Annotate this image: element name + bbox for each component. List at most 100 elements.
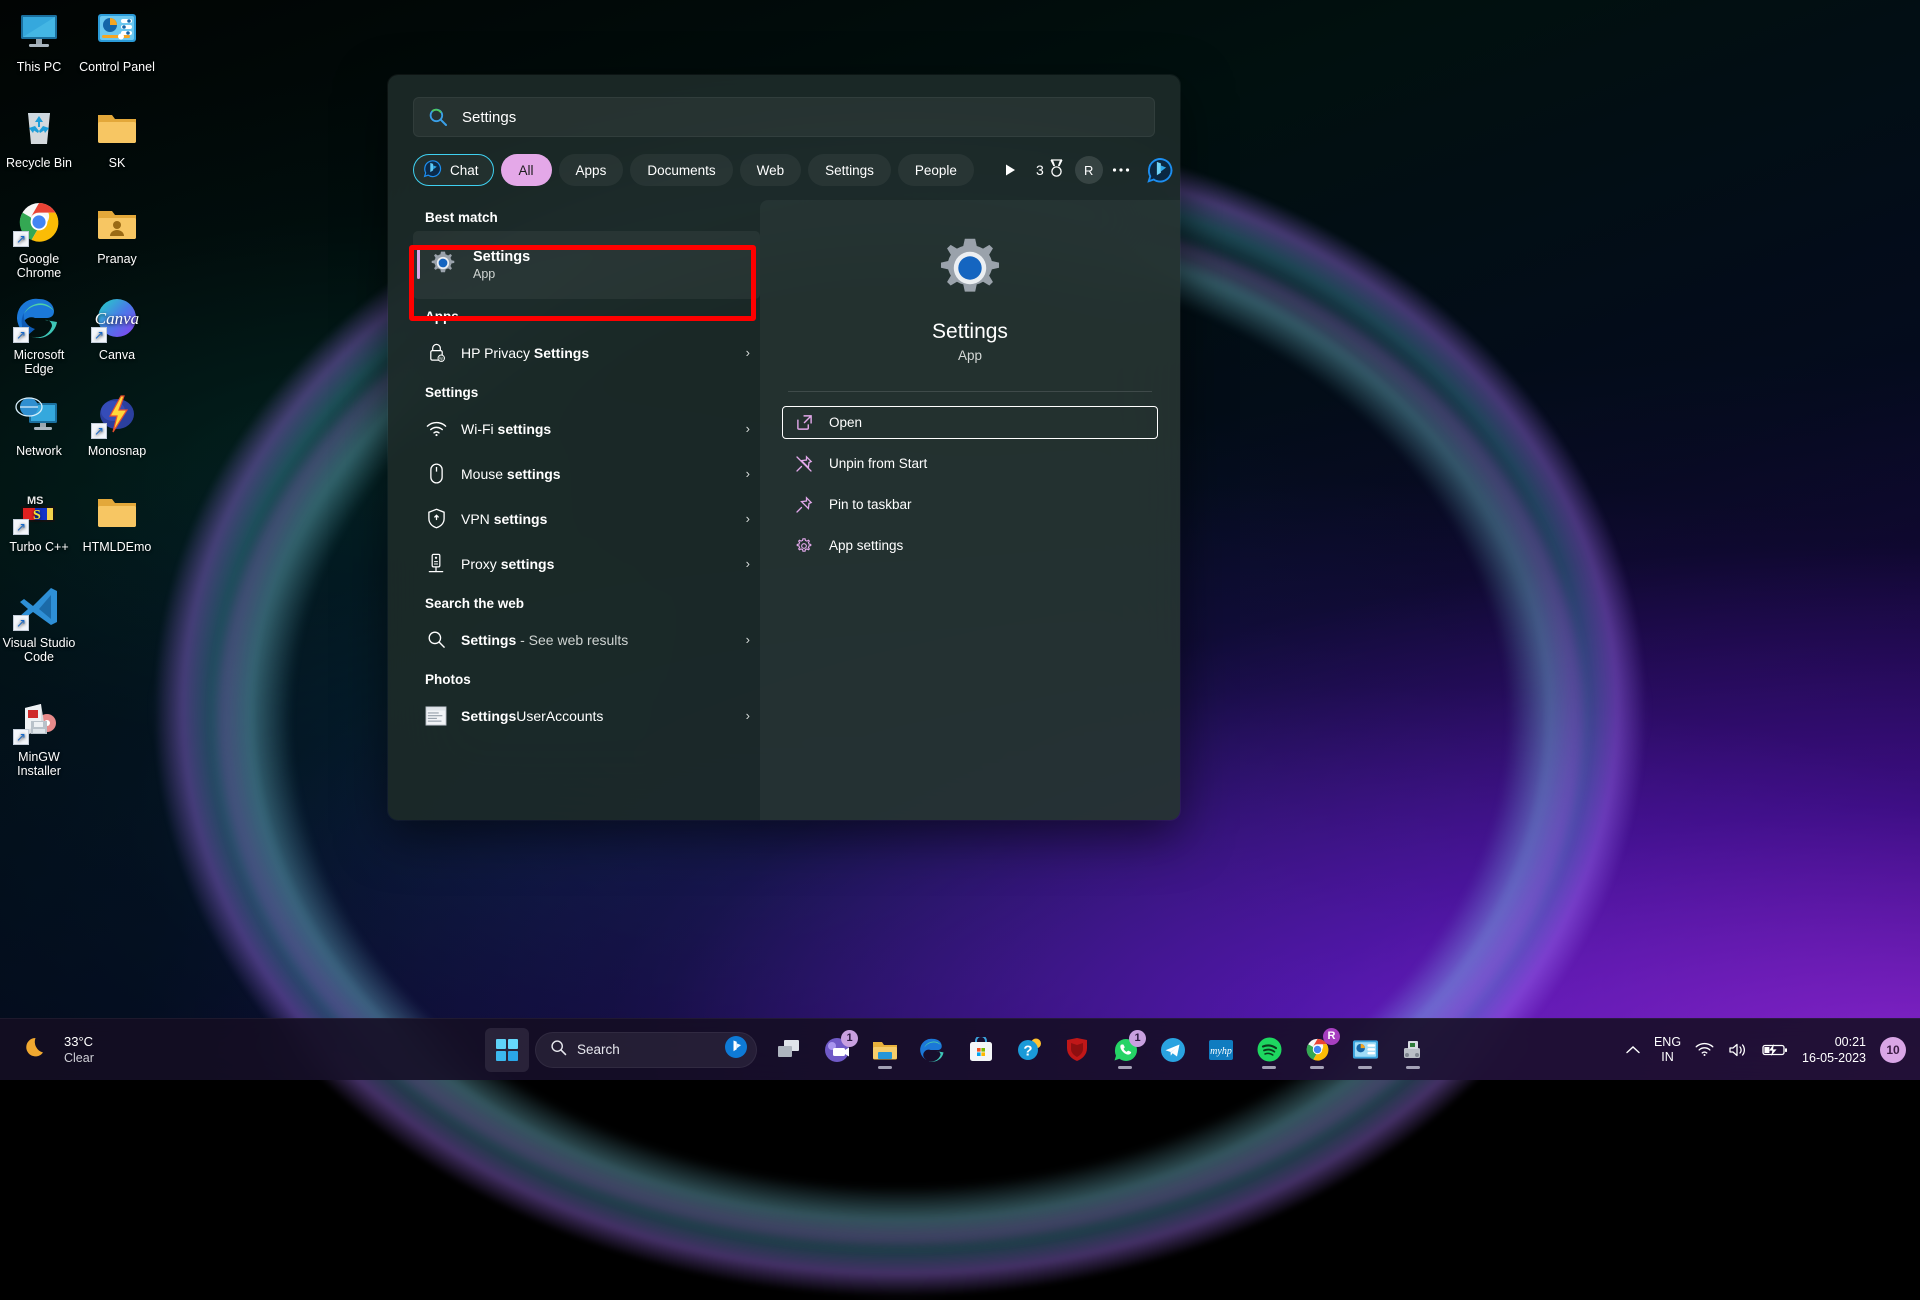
wifi-icon[interactable] [1695, 1042, 1714, 1057]
desktop-icon-label: Monosnap [78, 444, 156, 458]
canva-icon: Canva ↗ [93, 294, 141, 342]
ellipsis-icon[interactable] [1105, 154, 1137, 186]
filter-pill-chat[interactable]: Chat [413, 154, 494, 186]
filter-pill-all[interactable]: All [501, 154, 552, 186]
result-row-wifi-settings[interactable]: Wi-Fi settings › [413, 406, 760, 451]
taskbar-item-file-explorer[interactable] [863, 1028, 907, 1072]
taskbar-item-telegram[interactable] [1151, 1028, 1195, 1072]
weather-widget[interactable]: 33°C Clear [22, 1032, 94, 1067]
svg-text:myhp: myhp [1210, 1046, 1232, 1057]
chevron-right-icon[interactable]: › [746, 708, 750, 723]
bing-chat-icon[interactable] [724, 1035, 748, 1064]
shortcut-arrow-icon: ↗ [13, 231, 29, 247]
chevron-right-icon[interactable]: › [746, 345, 750, 360]
action-app-settings[interactable]: App settings [782, 529, 1158, 562]
network-icon [15, 390, 63, 438]
account-avatar[interactable]: R [1075, 156, 1103, 184]
proxy-server-icon [425, 553, 447, 574]
language-indicator[interactable]: ENG IN [1654, 1035, 1681, 1065]
section-heading-apps: Apps [425, 309, 760, 324]
speaker-icon[interactable] [1728, 1042, 1748, 1058]
filter-pill-apps[interactable]: Apps [559, 154, 624, 186]
battery-charging-icon[interactable] [1762, 1043, 1788, 1057]
desktop-icon-turbo-cpp[interactable]: MS S ↗ Turbo C++ [0, 486, 78, 554]
taskbar-item-task-view[interactable] [767, 1028, 811, 1072]
desktop-icon-control-panel[interactable]: Control Panel [78, 6, 156, 74]
result-row-proxy-settings[interactable]: Proxy settings › [413, 541, 760, 586]
chevron-up-icon[interactable] [1626, 1045, 1640, 1055]
taskbar-item-spotify[interactable] [1247, 1028, 1291, 1072]
chevron-right-icon[interactable]: › [746, 421, 750, 436]
magnifier-icon [425, 630, 447, 649]
taskbar-item-myhp[interactable]: myhp [1199, 1028, 1243, 1072]
bing-chat-button[interactable] [1143, 153, 1177, 187]
desktop-icon-google-chrome[interactable]: ↗ Google Chrome [0, 198, 78, 280]
desktop-icon-recycle-bin[interactable]: Recycle Bin [0, 102, 78, 170]
control-panel-icon [93, 6, 141, 54]
weather-temperature: 33°C [64, 1033, 94, 1050]
taskbar-running-indicator [1406, 1066, 1420, 1069]
taskbar-item-google-chrome[interactable]: R [1295, 1028, 1339, 1072]
result-row-hp-privacy-settings[interactable]: hp HP Privacy Settings › [413, 330, 760, 375]
desktop-icon-pranay[interactable]: Pranay [78, 198, 156, 266]
taskbar-search-box[interactable]: Search [535, 1032, 757, 1068]
result-row-web-search[interactable]: Settings - See web results › [413, 617, 760, 662]
notification-count: 10 [1886, 1043, 1899, 1057]
result-row-settings-user-accounts[interactable]: SettingsUserAccounts › [413, 693, 760, 738]
shortcut-arrow-icon: ↗ [91, 423, 107, 439]
best-match-settings-row[interactable]: Settings App [413, 231, 760, 299]
start-button[interactable] [485, 1028, 529, 1072]
chevron-right-icon[interactable]: › [746, 556, 750, 571]
region-code: IN [1654, 1050, 1681, 1065]
desktop-icon-visual-studio-code[interactable]: ↗ Visual Studio Code [0, 582, 78, 664]
taskbar-item-microsoft-store[interactable] [959, 1028, 1003, 1072]
filter-pill-web[interactable]: Web [740, 154, 802, 186]
taskbar-item-microsoft-edge[interactable] [911, 1028, 955, 1072]
monosnap-icon: ↗ [93, 390, 141, 438]
photo-thumbnail-icon [425, 706, 447, 726]
search-results-body: Best match Settings App Apps [388, 200, 1180, 820]
desktop-icon-microsoft-edge[interactable]: ↗ Microsoft Edge [0, 294, 78, 376]
action-unpin-from-start[interactable]: Unpin from Start [782, 447, 1158, 480]
svg-text:MS: MS [27, 495, 44, 507]
play-right-icon[interactable] [994, 154, 1026, 186]
search-input[interactable]: Settings [413, 97, 1155, 137]
chevron-right-icon[interactable]: › [746, 466, 750, 481]
settings-gear-icon [429, 249, 457, 282]
result-row-vpn-settings[interactable]: VPN settings › [413, 496, 760, 541]
taskbar: 33°C Clear Search [0, 1018, 1920, 1080]
taskbar-item-printer[interactable] [1391, 1028, 1435, 1072]
taskbar-item-teams[interactable]: 1 [815, 1028, 859, 1072]
taskbar-item-whatsapp[interactable]: 1 [1103, 1028, 1147, 1072]
chevron-right-icon[interactable]: › [746, 632, 750, 647]
avatar-initial: R [1084, 163, 1093, 178]
chevron-right-icon[interactable]: › [746, 511, 750, 526]
desktop-icon-htmldemo[interactable]: HTMLDEmo [78, 486, 156, 554]
taskbar-item-get-help[interactable]: ? [1007, 1028, 1051, 1072]
filter-pill-settings[interactable]: Settings [808, 154, 891, 186]
wifi-icon [425, 421, 447, 437]
rewards-button[interactable]: 3 [1028, 154, 1073, 186]
taskbar-item-mcafee[interactable] [1055, 1028, 1099, 1072]
desktop-icon-mingw-installer[interactable]: ↗ MinGW Installer [0, 696, 78, 778]
desktop-icon-label: Pranay [78, 252, 156, 266]
clock-time: 00:21 [1802, 1034, 1866, 1050]
action-open[interactable]: Open [782, 406, 1158, 439]
result-label: Settings - See web results [461, 632, 732, 648]
folder-icon [93, 102, 141, 150]
desktop-icon-network[interactable]: Network [0, 390, 78, 458]
desktop-icon-canva[interactable]: Canva ↗ Canva [78, 294, 156, 362]
result-row-mouse-settings[interactable]: Mouse settings › [413, 451, 760, 496]
action-pin-to-taskbar[interactable]: Pin to taskbar [782, 488, 1158, 521]
desktop-icon-this-pc[interactable]: This PC [0, 6, 78, 74]
desktop-icon-sk[interactable]: SK [78, 102, 156, 170]
filter-pill-people[interactable]: People [898, 154, 974, 186]
clock[interactable]: 00:21 16-05-2023 [1802, 1034, 1866, 1066]
desktop-icon-label: Turbo C++ [0, 540, 78, 554]
mingw-installer-icon: ↗ [15, 696, 63, 744]
taskbar-item-control-panel[interactable] [1343, 1028, 1387, 1072]
filter-pill-documents[interactable]: Documents [630, 154, 732, 186]
notification-badge[interactable]: 10 [1880, 1037, 1906, 1063]
medal-icon [1048, 159, 1065, 181]
desktop-icon-monosnap[interactable]: ↗ Monosnap [78, 390, 156, 458]
